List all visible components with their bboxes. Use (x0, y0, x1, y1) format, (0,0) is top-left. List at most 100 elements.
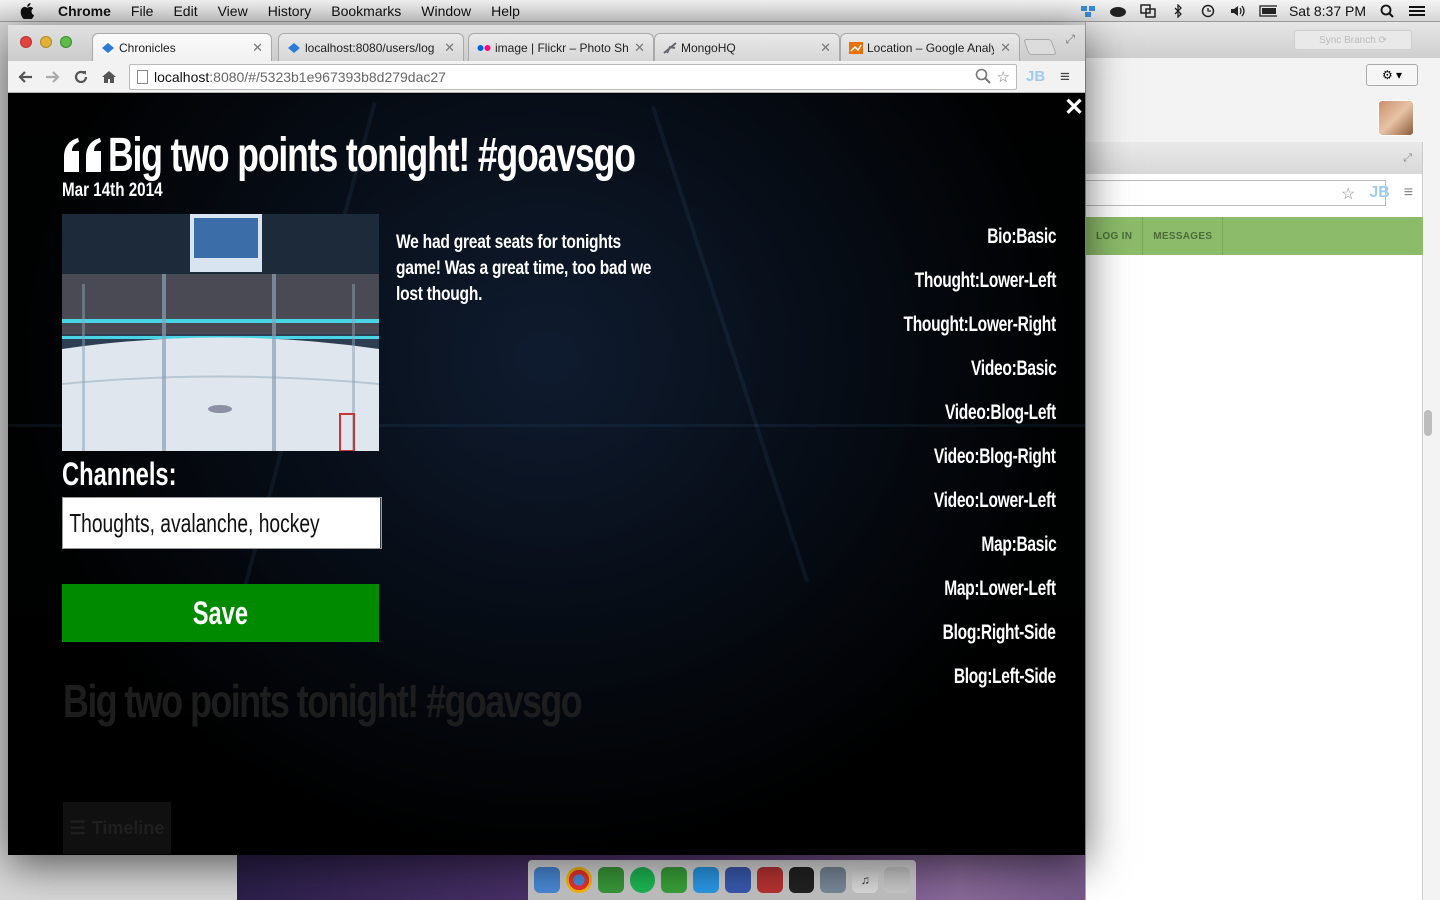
app-icon[interactable] (756, 867, 783, 893)
menu-help[interactable]: Help (481, 0, 530, 22)
close-window-button[interactable] (20, 36, 32, 48)
cloud-icon[interactable] (1109, 4, 1127, 18)
extension-icon[interactable]: JB (1026, 68, 1045, 85)
close-tab-icon[interactable]: ✕ (820, 40, 831, 56)
menu-icon[interactable]: ≡ (1404, 184, 1413, 204)
search-icon[interactable] (975, 68, 991, 88)
back-arrow-icon[interactable] (14, 66, 36, 88)
timeline-button[interactable]: ☰ Timeline (63, 802, 171, 854)
menu-bookmarks[interactable]: Bookmarks (321, 0, 411, 22)
expand-icon[interactable]: ⤢ (1403, 152, 1412, 165)
status-area: Sat 8:37 PM (1079, 3, 1440, 19)
page-content: Big two points tonight! #goavsgo ☰ Timel… (8, 94, 1085, 855)
chronicles-favicon (101, 41, 115, 55)
tab-localhost-users[interactable]: localhost:8080/users/log ✕ (278, 33, 464, 61)
channels-input-container (62, 497, 382, 549)
tab-google-analytics[interactable]: Location – Google Analyt ✕ (840, 33, 1020, 61)
tab-mongohq[interactable]: MongoHQ ✕ (654, 33, 840, 61)
chrome-icon[interactable] (565, 867, 592, 893)
page-icon (137, 70, 148, 84)
close-tab-icon[interactable]: ✕ (634, 40, 645, 56)
evernote-icon[interactable] (661, 867, 688, 893)
notification-center-icon[interactable] (1408, 4, 1426, 18)
layout-option[interactable]: Blog:Right-Side (796, 618, 1056, 662)
new-tab-button[interactable] (1023, 39, 1057, 55)
site-nav: LOG IN MESSAGES (1086, 217, 1423, 255)
avatar[interactable] (1378, 100, 1414, 136)
menu-window[interactable]: Window (411, 0, 481, 22)
channels-input[interactable] (62, 497, 381, 549)
battery-icon[interactable] (1259, 4, 1277, 18)
close-tab-icon[interactable]: ✕ (444, 40, 455, 56)
expand-icon[interactable]: ⤢ (1065, 32, 1075, 47)
menu-view[interactable]: View (208, 0, 258, 22)
menu-bar: Chrome File Edit View History Bookmarks … (0, 0, 1440, 22)
nav-log-in[interactable]: LOG IN (1086, 217, 1144, 255)
background-browser-window: Sync Branch ⟳ ⚙ ▾ ⤢ ☆ JB ≡ LOG IN MESSAG… (1085, 22, 1440, 900)
tab-chronicles[interactable]: Chronicles ✕ (92, 33, 272, 61)
layout-option[interactable]: Map:Lower-Left (796, 574, 1056, 618)
quote-icon (62, 135, 106, 175)
post-date: Mar 14th 2014 (62, 180, 163, 201)
gear-icon[interactable]: ⚙ ▾ (1366, 64, 1418, 86)
extension-icon[interactable]: JB (1369, 184, 1389, 204)
layout-option[interactable]: Thought:Lower-Left (796, 266, 1057, 310)
home-icon[interactable] (98, 66, 120, 88)
post-photo (62, 214, 379, 451)
save-button[interactable]: Save (62, 584, 379, 642)
spotlight-icon[interactable] (1378, 4, 1396, 18)
layout-option[interactable]: Blog:Left-Side (796, 662, 1056, 706)
zoom-window-button[interactable] (60, 36, 72, 48)
twitter-icon[interactable] (693, 867, 719, 893)
layout-option[interactable]: Video:Basic (796, 354, 1057, 398)
star-icon[interactable]: ☆ (997, 68, 1010, 88)
forward-arrow-icon[interactable] (42, 66, 64, 88)
dropbox-icon[interactable] (1079, 4, 1097, 18)
nav-messages[interactable]: MESSAGES (1143, 217, 1224, 255)
time-machine-icon[interactable] (1199, 4, 1217, 18)
analytics-favicon (849, 41, 863, 55)
bluetooth-icon[interactable] (1169, 3, 1187, 18)
channels-label: Channels: (62, 456, 177, 492)
scrollbar-thumb[interactable] (1424, 410, 1432, 436)
apple-icon[interactable] (18, 2, 36, 20)
close-tab-icon[interactable]: ✕ (1000, 40, 1011, 56)
flickr-favicon (477, 41, 491, 55)
app-icon[interactable] (820, 867, 847, 893)
menu-icon[interactable]: ≡ (1060, 67, 1070, 87)
itunes-icon[interactable]: ♫ (852, 867, 879, 893)
dock: ♫ (528, 860, 916, 900)
menu-app-name[interactable]: Chrome (48, 0, 121, 22)
background-inner-window: ⤢ ☆ JB ≡ LOG IN MESSAGES (1086, 142, 1423, 900)
trash-icon[interactable] (884, 867, 910, 893)
volume-icon[interactable] (1229, 4, 1247, 18)
finder-icon[interactable] (534, 867, 560, 893)
sync-branch-button[interactable]: Sync Branch ⟳ (1294, 30, 1412, 50)
background-window-titlebar: Sync Branch ⟳ (1086, 22, 1440, 58)
window-sync-icon[interactable] (1139, 3, 1157, 18)
terminal-icon[interactable] (788, 867, 815, 893)
layout-option[interactable]: Video:Lower-Left (796, 486, 1056, 530)
star-icon[interactable]: ☆ (1341, 184, 1355, 204)
app-icon[interactable] (597, 867, 624, 893)
layout-option[interactable]: Video:Blog-Left (796, 398, 1056, 442)
layout-option[interactable]: Thought:Lower-Right (796, 310, 1057, 354)
spotify-icon[interactable] (629, 867, 656, 893)
tab-flickr[interactable]: image | Flickr – Photo Sh ✕ (468, 33, 654, 61)
address-bar[interactable]: localhost:8080/#/5323b1e967393b8d279dac2… (129, 64, 1017, 90)
layout-option[interactable]: Video:Blog-Right (796, 442, 1056, 486)
close-modal-button[interactable]: ✕ (1063, 94, 1085, 121)
layout-options-list: Bio:Basic Thought:Lower-Left Thought:Low… (796, 222, 1057, 706)
tab-strip: Chronicles ✕ localhost:8080/users/log ✕ … (8, 25, 1085, 61)
close-tab-icon[interactable]: ✕ (252, 40, 263, 56)
virtualbox-icon[interactable] (725, 867, 751, 893)
menu-file[interactable]: File (121, 0, 164, 22)
clock[interactable]: Sat 8:37 PM (1289, 3, 1366, 19)
layout-option[interactable]: Bio:Basic (796, 222, 1056, 266)
reload-icon[interactable] (70, 66, 92, 88)
menu-edit[interactable]: Edit (163, 0, 207, 22)
layout-option[interactable]: Map:Basic (796, 530, 1056, 574)
post-caption: We had great seats for tonights game! Wa… (396, 232, 652, 305)
minimize-window-button[interactable] (40, 36, 52, 48)
menu-history[interactable]: History (258, 0, 322, 22)
